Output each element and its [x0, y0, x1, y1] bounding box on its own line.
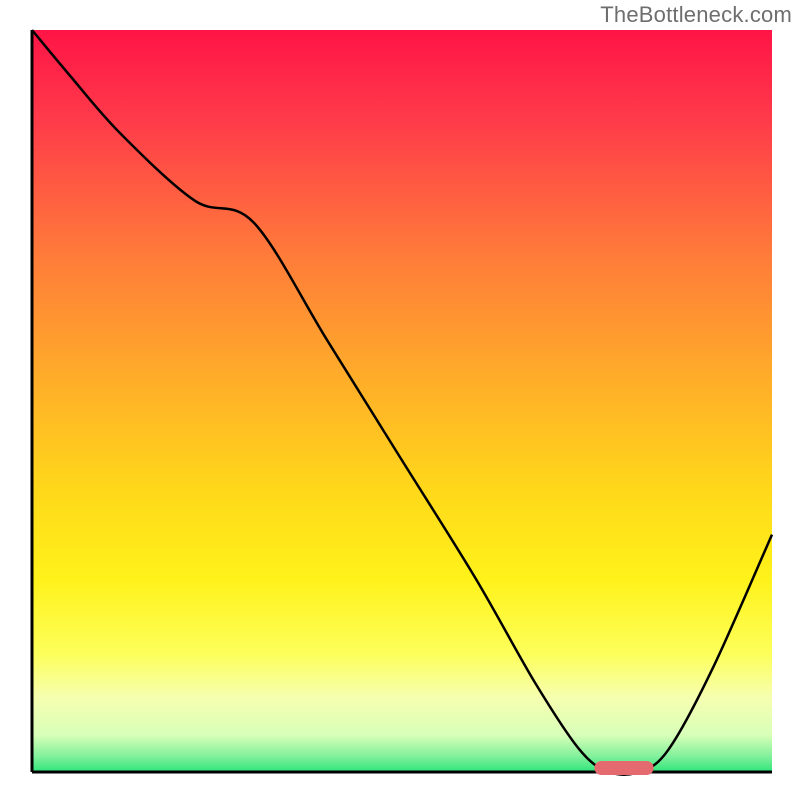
chart-container: TheBottleneck.com [0, 0, 800, 800]
plot-gradient-area [32, 30, 772, 772]
optimal-range-marker [594, 761, 653, 775]
watermark-text: TheBottleneck.com [600, 2, 792, 28]
bottleneck-chart [0, 0, 800, 800]
